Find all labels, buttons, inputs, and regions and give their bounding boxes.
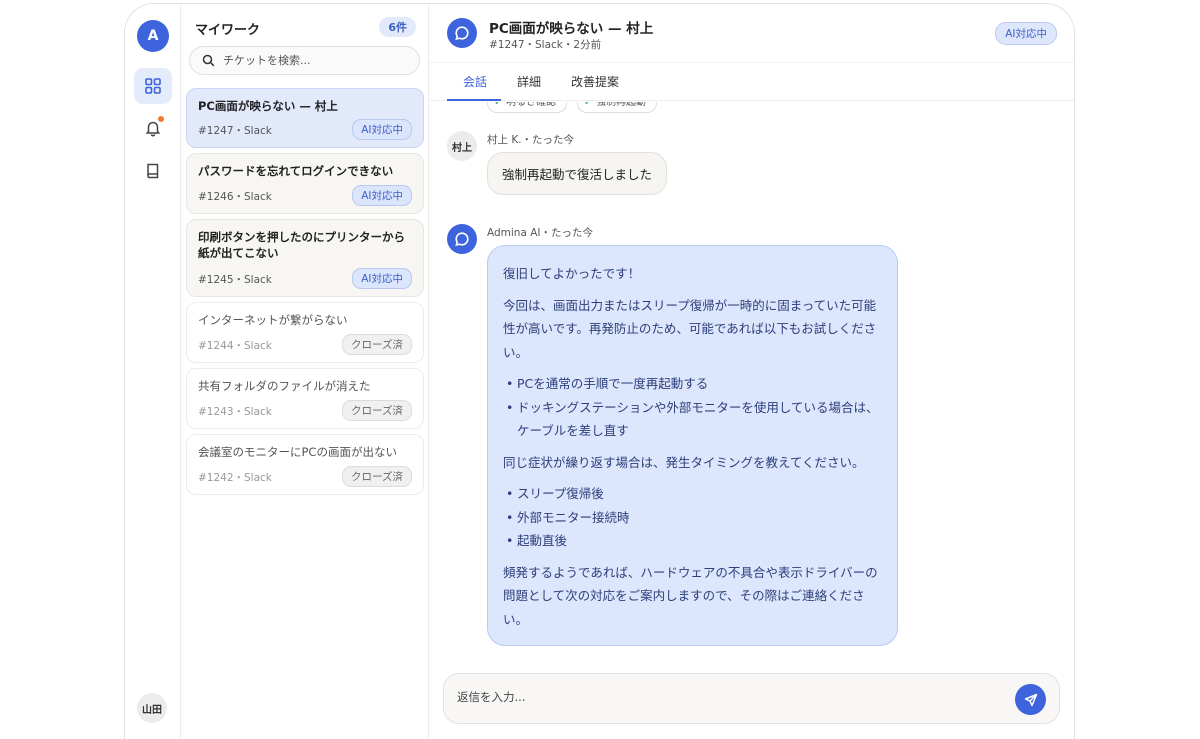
active-tab-indicator	[447, 99, 501, 101]
list-item: 起動直後	[503, 529, 882, 553]
reply-composer[interactable]	[443, 673, 1060, 724]
bullet-list: スリープ復帰後 外部モニター接続時 起動直後	[503, 482, 882, 553]
message-paragraph: 復旧してよかったです！	[503, 266, 641, 281]
ticket-meta: #1247・Slack・2分前	[489, 39, 602, 51]
ticket-item[interactable]: 印刷ボタンを押したのにプリンターから紙が出てこない #1245・Slack AI…	[186, 219, 424, 297]
message-paragraph: 頻発するようであれば、ハードウェアの不具合や表示ドライバーの問題として次の対応を…	[503, 564, 878, 627]
ticket-title: PC画面が映らない — 村上	[198, 99, 338, 113]
grid-icon[interactable]	[134, 68, 172, 104]
ticket-title: インターネットが繋がらない	[198, 313, 348, 327]
ticket-item[interactable]: 会議室のモニターにPCの画面が出ない #1242・Slack クローズ済	[186, 434, 424, 495]
app-window: A 山田 マイワーク 6件 チケットを検索... PC画面が映らない — 村上 …	[124, 3, 1075, 739]
tab-improvements[interactable]: 改善提案	[571, 73, 619, 100]
conversation-panel: PC画面が映らない — 村上 #1247・Slack・2分前 AI対応中 会話 …	[429, 4, 1074, 739]
status-badge: AI対応中	[352, 185, 412, 206]
ticket-item[interactable]: PC画面が映らない — 村上 #1247・Slack AI対応中	[186, 88, 424, 148]
send-button[interactable]	[1015, 684, 1046, 715]
ticket-item[interactable]: インターネットが繋がらない #1244・Slack クローズ済	[186, 302, 424, 363]
ticket-list-panel: マイワーク 6件 PC画面が映らない — 村上 #1247・Slack AI対応…	[181, 4, 429, 739]
ticket-meta: #1244・Slack	[198, 340, 272, 352]
ticket-meta: #1243・Slack	[198, 406, 272, 418]
reply-input[interactable]	[457, 690, 977, 704]
message-meta: 村上 K.・たった今	[487, 134, 575, 146]
message-thread[interactable]: 明るさ確認 強制再起動 村上 村上 K.・たった今 強制再起動で復活しました A…	[429, 102, 1074, 672]
bullet-list: PCを通常の手順で一度再起動する ドッキングステーションや外部モニターを使用して…	[503, 372, 882, 443]
ai-avatar-icon	[447, 224, 477, 254]
tab-conversation[interactable]: 会話	[463, 73, 487, 100]
nav-rail: A 山田	[125, 4, 181, 739]
status-badge: クローズ済	[342, 400, 412, 421]
search-icon	[202, 54, 215, 67]
search-box[interactable]	[189, 46, 420, 75]
message-meta: Admina AI・たった今	[487, 227, 594, 239]
tab-bar: 会話 詳細 改善提案	[429, 62, 1074, 101]
status-badge: クローズ済	[342, 334, 412, 355]
ticket-meta: #1242・Slack	[198, 472, 272, 484]
ticket-title: 共有フォルダのファイルが消えた	[198, 379, 371, 393]
profile-avatar[interactable]: 山田	[137, 693, 167, 723]
ticket-meta: #1245・Slack	[198, 274, 272, 286]
ticket-item[interactable]: 共有フォルダのファイルが消えた #1243・Slack クローズ済	[186, 368, 424, 429]
tab-details[interactable]: 詳細	[517, 73, 541, 100]
list-item: PCを通常の手順で一度再起動する	[503, 372, 882, 396]
message-paragraph: 今回は、画面出力またはスリープ復帰が一時的に固まっていた可能性が高いです。再発防…	[503, 297, 877, 360]
ticket-title: 会議室のモニターにPCの画面が出ない	[198, 445, 397, 459]
page-title: PC画面が映らない — 村上	[489, 21, 654, 37]
list-item: ドッキングステーションや外部モニターを使用している場合は、ケーブルを差し直す	[503, 396, 882, 443]
message-paragraph: 同じ症状が繰り返す場合は、発生タイミングを教えてください。	[503, 454, 865, 470]
ticket-title: 印刷ボタンを押したのにプリンターから紙が出てこない	[198, 230, 405, 260]
user-message-bubble: 強制再起動で復活しました	[487, 152, 668, 195]
ticket-meta: #1247・Slack	[198, 125, 272, 137]
list-item: スリープ復帰後	[503, 482, 882, 506]
ticket-meta: #1246・Slack	[198, 191, 272, 203]
ticket-title: パスワードを忘れてログインできない	[198, 164, 394, 178]
status-badge: AI対応中	[995, 22, 1057, 45]
workspace-avatar[interactable]: A	[137, 20, 169, 52]
notification-dot	[158, 116, 164, 122]
bell-icon[interactable]	[134, 110, 172, 146]
action-chip: 明るさ確認	[487, 102, 567, 113]
status-badge: クローズ済	[342, 466, 412, 487]
ticket-count-badge: 6件	[379, 17, 416, 37]
ticket-item[interactable]: パスワードを忘れてログインできない #1246・Slack AI対応中	[186, 153, 424, 214]
list-title: マイワーク	[195, 23, 261, 38]
status-badge: AI対応中	[352, 268, 412, 289]
send-icon	[1024, 693, 1037, 706]
status-badge: AI対応中	[352, 119, 412, 140]
chat-bubble-icon	[447, 18, 477, 48]
avatar: 村上	[447, 131, 477, 161]
action-chip: 強制再起動	[577, 102, 657, 113]
book-icon[interactable]	[134, 153, 172, 189]
ai-message-bubble: 復旧してよかったです！ 今回は、画面出力またはスリープ復帰が一時的に固まっていた…	[487, 245, 898, 646]
search-input[interactable]	[223, 54, 403, 67]
list-item: 外部モニター接続時	[503, 506, 882, 530]
